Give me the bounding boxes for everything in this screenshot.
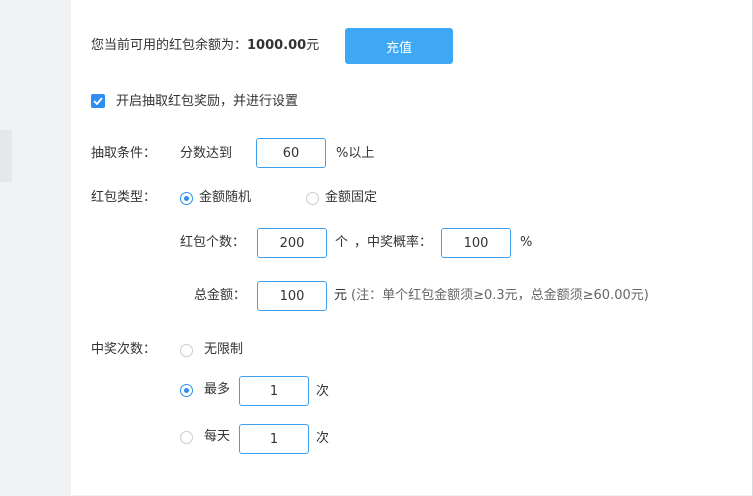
times-unlimited-radio[interactable] xyxy=(180,344,193,357)
checkmark-icon xyxy=(93,97,103,105)
count-label: 红包个数： xyxy=(180,235,246,250)
balance-amount: 1000.00 xyxy=(247,38,307,53)
times-max-input[interactable] xyxy=(239,376,309,406)
enable-red-packet-checkbox[interactable] xyxy=(91,94,105,108)
type-fixed-radio[interactable] xyxy=(306,192,319,205)
total-unit: 元 xyxy=(334,288,348,303)
balance-row: 您当前可用的红包余额为：1000.00元 xyxy=(91,37,319,55)
type-random-label[interactable]: 金额随机 xyxy=(199,189,251,207)
rate-unit: % xyxy=(520,235,533,250)
times-max-radio[interactable] xyxy=(180,384,193,397)
condition-suffix: %以上 xyxy=(336,146,375,161)
condition-label: 抽取条件： xyxy=(91,146,157,161)
total-label: 总金额： xyxy=(194,288,247,303)
condition-prefix: 分数达到 xyxy=(180,146,233,161)
times-daily-unit: 次 xyxy=(316,431,330,446)
recharge-button[interactable]: 充值 xyxy=(345,28,453,64)
total-amount-input[interactable] xyxy=(257,281,327,311)
times-unlimited-label[interactable]: 无限制 xyxy=(204,341,243,359)
win-rate-input[interactable] xyxy=(441,228,511,258)
type-fixed-label[interactable]: 金额固定 xyxy=(325,189,377,207)
count-unit: 个 xyxy=(335,235,349,250)
packet-count-input[interactable] xyxy=(257,228,327,258)
times-daily-label[interactable]: 每天 xyxy=(204,428,230,446)
times-label: 中奖次数： xyxy=(91,342,157,357)
times-max-unit: 次 xyxy=(316,384,330,399)
type-random-radio[interactable] xyxy=(180,192,193,205)
times-daily-input[interactable] xyxy=(239,424,309,454)
score-threshold-input[interactable] xyxy=(256,138,326,168)
total-note: (注：单个红包金额须≥0.3元，总金额须≥60.00元) xyxy=(351,288,649,303)
balance-unit: 元 xyxy=(306,38,320,53)
rate-label: ，中奖概率： xyxy=(354,235,433,250)
type-label: 红包类型： xyxy=(91,190,157,205)
balance-label: 您当前可用的红包余额为： xyxy=(91,38,248,53)
enable-label: 开启抽取红包奖励，并进行设置 xyxy=(116,94,299,109)
times-max-label[interactable]: 最多 xyxy=(204,381,230,399)
left-edge-shade xyxy=(0,130,12,182)
times-daily-radio[interactable] xyxy=(180,431,193,444)
